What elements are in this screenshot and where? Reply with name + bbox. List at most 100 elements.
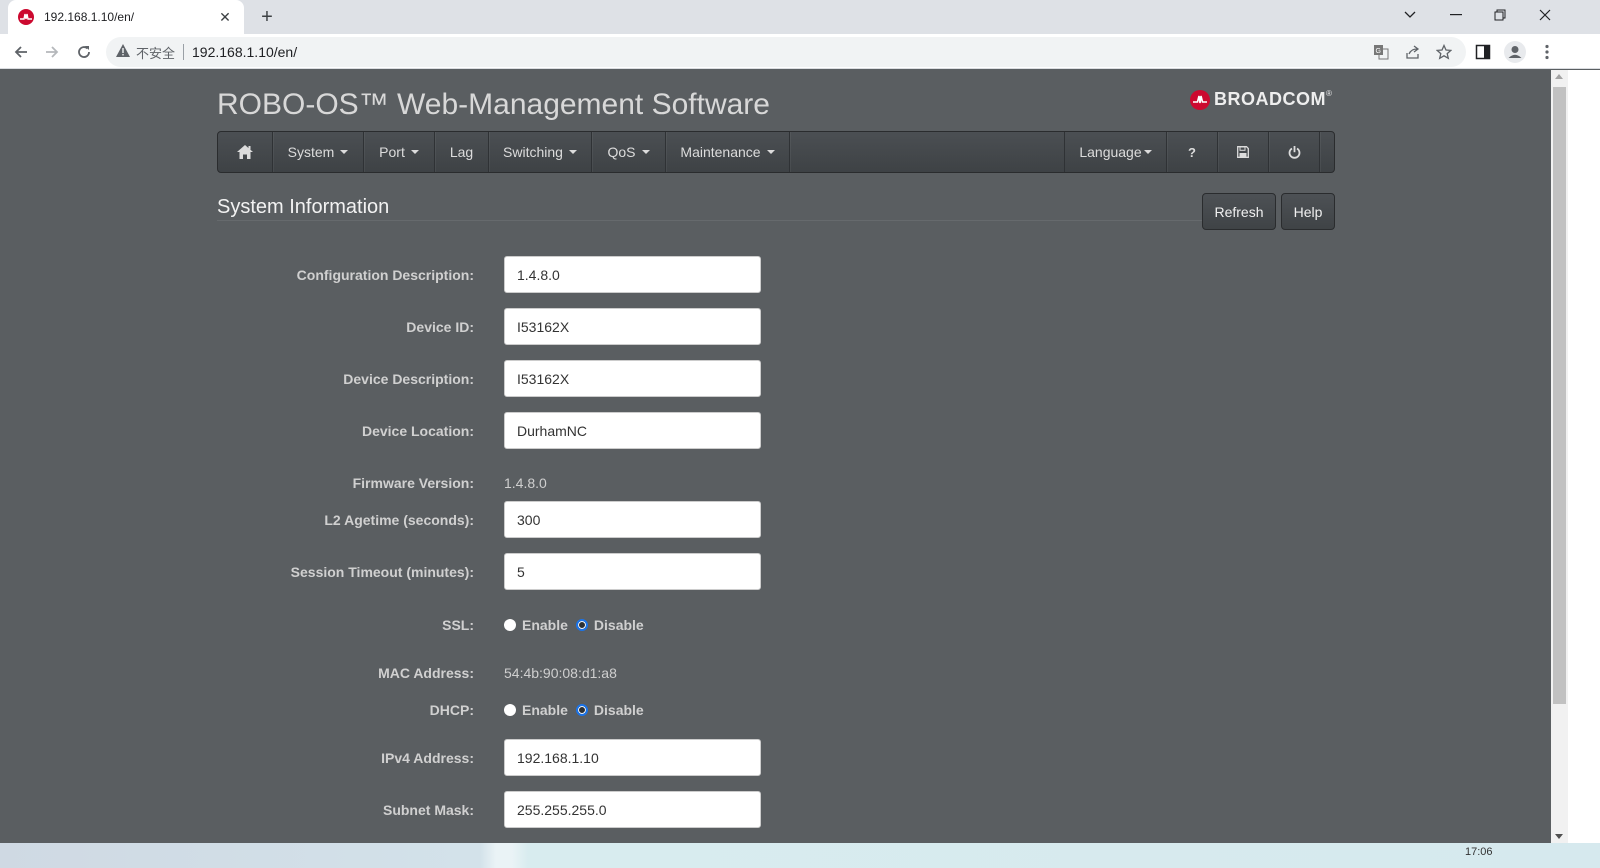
nav-system[interactable]: System: [273, 132, 364, 172]
bookmark-button[interactable]: [1431, 39, 1457, 65]
caret-down-icon: [766, 150, 775, 154]
browser-toolbar: 不安全 192.168.1.10/en/ G: [0, 34, 1600, 69]
help-button[interactable]: Help: [1281, 193, 1335, 230]
scroll-up-arrow-icon[interactable]: [1555, 74, 1563, 79]
ipv4-address-input[interactable]: [504, 739, 761, 776]
dhcp-enable-label[interactable]: Enable: [522, 702, 568, 718]
caret-down-icon: [340, 150, 349, 154]
title-divider: [217, 220, 1202, 221]
session-timeout-input[interactable]: [504, 553, 761, 590]
row-subnet-mask: Subnet Mask:: [0, 791, 900, 829]
caret-down-icon: [410, 150, 419, 154]
row-l2-agetime: L2 Agetime (seconds):: [0, 501, 900, 539]
translate-icon: G: [1374, 45, 1389, 60]
forward-button[interactable]: [38, 38, 66, 66]
scroll-down-arrow-icon[interactable]: [1555, 834, 1563, 839]
nav-maintenance[interactable]: Maintenance: [666, 132, 790, 172]
scrollbar-thumb[interactable]: [1553, 87, 1566, 704]
translate-button[interactable]: G: [1368, 39, 1394, 65]
row-session-timeout: Session Timeout (minutes):: [0, 553, 900, 591]
tab-title: 192.168.1.10/en/: [44, 10, 135, 24]
nav-qos-label: QoS: [607, 144, 636, 160]
session-timeout-label: Session Timeout (minutes):: [290, 564, 474, 580]
browser-menu-button[interactable]: [1534, 39, 1560, 65]
nav-save[interactable]: [1218, 132, 1269, 172]
row-device-location: Device Location:: [0, 412, 900, 450]
dhcp-radio-group: Enable Disable: [504, 702, 652, 718]
nav-home[interactable]: [218, 132, 273, 172]
browser-tabstrip: 192.168.1.10/en/ ✕ +: [0, 0, 1600, 34]
new-tab-button[interactable]: +: [254, 4, 280, 30]
page-title: System Information: [217, 196, 390, 218]
refresh-button[interactable]: Refresh: [1202, 193, 1276, 230]
ipv4-address-label: IPv4 Address:: [381, 750, 474, 766]
row-ipv4-address: IPv4 Address:: [0, 739, 900, 777]
save-icon: [1237, 146, 1249, 158]
tab-search-button[interactable]: [1387, 0, 1433, 30]
share-icon: [1406, 45, 1420, 59]
nav-switching-label: Switching: [503, 144, 563, 160]
restore-icon: [1494, 9, 1506, 21]
dhcp-disable-radio[interactable]: [575, 704, 588, 716]
share-button[interactable]: [1400, 39, 1426, 65]
nav-port[interactable]: Port: [364, 132, 435, 172]
brand-name: BROADCOM: [1214, 89, 1326, 109]
avatar-icon: [1504, 41, 1526, 63]
firmware-version-value: 1.4.8.0: [504, 475, 547, 491]
page-scrollbar[interactable]: [1551, 70, 1568, 843]
config-description-input[interactable]: [504, 256, 761, 293]
restore-button[interactable]: [1477, 0, 1523, 30]
row-dhcp: DHCP: Enable Disable: [0, 701, 900, 721]
device-id-input[interactable]: [504, 308, 761, 345]
nav-qos[interactable]: QoS: [592, 132, 666, 172]
caret-down-icon: [568, 150, 577, 154]
reload-button[interactable]: [70, 38, 98, 66]
row-device-description: Device Description:: [0, 360, 900, 398]
back-button[interactable]: [7, 38, 35, 66]
device-description-input[interactable]: [504, 360, 761, 397]
nav-lag-label: Lag: [449, 144, 474, 160]
arrow-right-icon: [46, 46, 59, 58]
chevron-down-icon: [1404, 11, 1416, 18]
nav-switching[interactable]: Switching: [489, 132, 592, 172]
nav-system-label: System: [287, 144, 335, 160]
dhcp-disable-label[interactable]: Disable: [594, 702, 644, 718]
home-icon: [237, 145, 253, 159]
security-status[interactable]: 不安全: [136, 43, 175, 62]
nav-language-label: Language: [1079, 144, 1142, 160]
nav-logout[interactable]: [1269, 132, 1320, 172]
arrow-left-icon: [14, 46, 27, 58]
ssl-enable-label[interactable]: Enable: [522, 617, 568, 633]
broadcom-logo: BROADCOM ®: [1190, 89, 1332, 110]
config-description-label: Configuration Description:: [296, 267, 474, 283]
browser-tab-active[interactable]: 192.168.1.10/en/ ✕: [8, 0, 244, 34]
address-bar[interactable]: 不安全 192.168.1.10/en/: [106, 37, 1466, 67]
url-text[interactable]: 192.168.1.10/en/: [192, 44, 297, 60]
row-firmware-version: Firmware Version: 1.4.8.0: [0, 468, 900, 491]
ssl-enable-radio[interactable]: [504, 619, 516, 631]
broadcom-favicon-icon: [18, 9, 34, 25]
dhcp-label: DHCP:: [429, 702, 474, 718]
side-panel-button[interactable]: [1470, 39, 1496, 65]
nav-maintenance-label: Maintenance: [680, 144, 761, 160]
ssl-disable-label[interactable]: Disable: [594, 617, 644, 633]
profile-button[interactable]: [1502, 39, 1528, 65]
os-taskbar: 17:06: [0, 843, 1600, 868]
ssl-disable-radio[interactable]: [575, 619, 588, 631]
star-icon: [1436, 44, 1452, 60]
dhcp-enable-radio[interactable]: [504, 704, 516, 716]
close-window-button[interactable]: [1522, 0, 1568, 30]
minimize-button[interactable]: [1433, 0, 1479, 30]
ssl-label: SSL:: [442, 617, 474, 633]
brand-trademark: ®: [1326, 89, 1332, 98]
nav-help[interactable]: ?: [1167, 132, 1218, 172]
caret-down-icon: [1143, 150, 1152, 154]
tab-close-icon[interactable]: ✕: [216, 9, 234, 26]
l2-agetime-input[interactable]: [504, 501, 761, 538]
nav-language[interactable]: Language: [1065, 132, 1167, 172]
warning-triangle-icon: [116, 44, 130, 60]
nav-lag[interactable]: Lag: [435, 132, 489, 172]
device-description-label: Device Description:: [343, 371, 474, 387]
subnet-mask-input[interactable]: [504, 791, 761, 828]
device-location-input[interactable]: [504, 412, 761, 449]
